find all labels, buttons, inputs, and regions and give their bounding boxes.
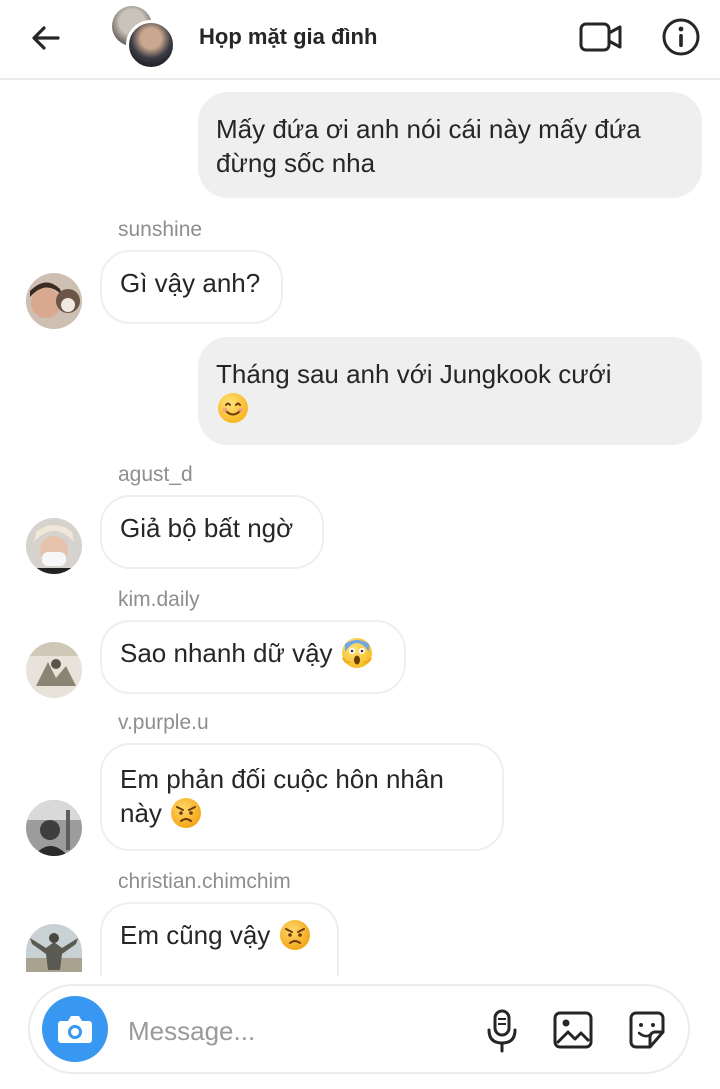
angry-face-emoji: [279, 920, 310, 950]
outgoing-message[interactable]: Mấy đứa ơi anh nói cái này mấy đứa đừng …: [198, 92, 702, 198]
message-input[interactable]: [126, 1010, 460, 1052]
sender-name: sunshine: [118, 218, 203, 241]
avatar-christian.chimchim[interactable]: [26, 924, 82, 972]
message-text: Em cũng vậy: [120, 920, 271, 950]
sender-name: v.purple.u: [118, 711, 209, 734]
sticker-icon[interactable]: [626, 1010, 668, 1050]
message-text: Gì vậy anh?: [120, 268, 261, 298]
outgoing-message[interactable]: Tháng sau anh với Jungkook cưới: [198, 337, 702, 445]
message-text: Sao nhanh dữ vậy: [120, 638, 333, 668]
group-avatar[interactable]: [112, 6, 176, 70]
sender-name: kim.daily: [118, 588, 200, 611]
avatar-sunshine[interactable]: [26, 273, 82, 329]
group-avatar-member-2: [126, 20, 176, 70]
screaming-face-emoji: [341, 638, 372, 668]
chat-header: Họp mặt gia đình: [0, 0, 720, 80]
message-text: Tháng sau anh với Jungkook cưới: [216, 359, 612, 389]
smiling-face-emoji: [218, 393, 248, 423]
microphone-icon[interactable]: [484, 1008, 520, 1054]
chat-title[interactable]: Họp mặt gia đình: [199, 24, 377, 50]
avatar-kim.daily[interactable]: [26, 642, 82, 698]
gallery-icon[interactable]: [552, 1010, 594, 1050]
message-text: Mấy đứa ơi anh nói cái này mấy đứa đừng …: [216, 114, 641, 178]
avatar-agust_d[interactable]: [26, 518, 82, 574]
message-composer: [28, 984, 690, 1074]
sender-name: christian.chimchim: [118, 870, 291, 893]
sender-name: agust_d: [118, 463, 193, 486]
incoming-message[interactable]: Giả bộ bất ngờ: [100, 495, 324, 569]
camera-icon[interactable]: [42, 996, 108, 1062]
incoming-message[interactable]: Gì vậy anh?: [100, 250, 283, 324]
avatar-v.purple.u[interactable]: [26, 800, 82, 856]
video-call-icon[interactable]: [578, 18, 624, 58]
angry-face-emoji: [171, 798, 202, 828]
message-text: Giả bộ bất ngờ: [120, 513, 294, 543]
message-text: Em phản đối cuộc hôn nhân này: [120, 764, 444, 828]
incoming-message[interactable]: Em cũng vậy: [100, 902, 339, 976]
info-icon[interactable]: [660, 16, 702, 58]
incoming-message[interactable]: Em phản đối cuộc hôn nhân này: [100, 743, 504, 851]
incoming-message[interactable]: Sao nhanh dữ vậy: [100, 620, 406, 694]
back-arrow-icon[interactable]: [28, 20, 64, 56]
